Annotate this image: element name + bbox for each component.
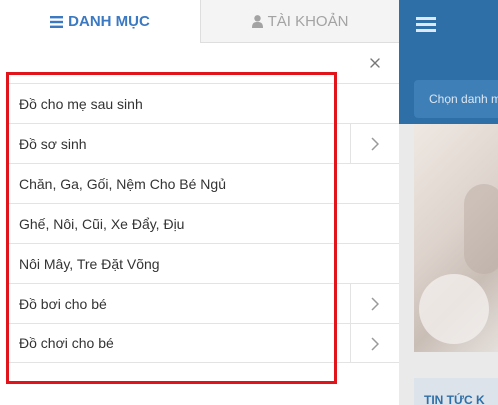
menu-item-label: Chăn, Ga, Gối, Nệm Cho Bé Ngủ bbox=[19, 175, 226, 192]
menu-item-label: Đồ chơi cho bé bbox=[19, 335, 114, 351]
menu-item-label: Đồ bơi cho bé bbox=[19, 295, 107, 312]
category-menu: Đồ cho mẹ sau sinh Đồ sơ sinh Chăn, Ga, … bbox=[8, 83, 399, 363]
menu-item-do-choi-cho-be[interactable]: Đồ chơi cho bé bbox=[8, 323, 399, 363]
user-icon bbox=[251, 14, 263, 28]
category-select[interactable]: Chọn danh m bbox=[414, 80, 498, 118]
tab-danh-muc[interactable]: DANH MỤC bbox=[0, 0, 200, 43]
submenu-toggle[interactable] bbox=[350, 284, 399, 323]
background-header: Chọn danh m bbox=[399, 0, 498, 124]
menu-item-chan-ga-goi-nem[interactable]: Chăn, Ga, Gối, Nệm Cho Bé Ngủ bbox=[8, 163, 399, 203]
news-heading: TIN TỨC K bbox=[414, 378, 498, 405]
menu-item-label: Đồ sơ sinh bbox=[19, 135, 87, 152]
menu-item-label: Đồ cho mẹ sau sinh bbox=[19, 95, 143, 112]
drawer-close-row bbox=[0, 43, 399, 83]
background-page: Chọn danh m TIN TỨC K bbox=[399, 0, 498, 405]
chevron-right-icon bbox=[371, 136, 379, 151]
submenu-toggle[interactable] bbox=[350, 124, 399, 163]
close-icon bbox=[370, 58, 380, 68]
chevron-right-icon bbox=[371, 336, 379, 351]
chevron-right-icon bbox=[371, 296, 379, 311]
submenu-toggle[interactable] bbox=[350, 324, 399, 363]
close-button[interactable] bbox=[365, 53, 385, 73]
hamburger-menu-icon[interactable] bbox=[416, 17, 436, 33]
menu-item-noi-may-tre[interactable]: Nôi Mây, Tre Đặt Võng bbox=[8, 243, 399, 283]
drawer-tabs: DANH MỤC TÀI KHOẢN bbox=[0, 0, 399, 43]
side-drawer: DANH MỤC TÀI KHOẢN Đồ cho mẹ sau sinh Đồ… bbox=[0, 0, 399, 405]
menu-item-ghe-noi-cui-xe-day[interactable]: Ghế, Nôi, Cũi, Xe Đẩy, Địu bbox=[8, 203, 399, 243]
menu-item-do-cho-me-sau-sinh[interactable]: Đồ cho mẹ sau sinh bbox=[8, 83, 399, 123]
menu-item-do-so-sinh[interactable]: Đồ sơ sinh bbox=[8, 123, 399, 163]
menu-item-label: Nôi Mây, Tre Đặt Võng bbox=[19, 255, 160, 272]
tab-label: TÀI KHOẢN bbox=[267, 12, 349, 30]
tab-label: DANH MỤC bbox=[68, 13, 150, 30]
menu-item-label: Ghế, Nôi, Cũi, Xe Đẩy, Địu bbox=[19, 215, 185, 232]
tab-tai-khoan[interactable]: TÀI KHOẢN bbox=[200, 0, 399, 43]
list-icon bbox=[50, 15, 64, 28]
banner-image bbox=[414, 124, 498, 352]
menu-item-do-boi-cho-be[interactable]: Đồ bơi cho bé bbox=[8, 283, 399, 323]
